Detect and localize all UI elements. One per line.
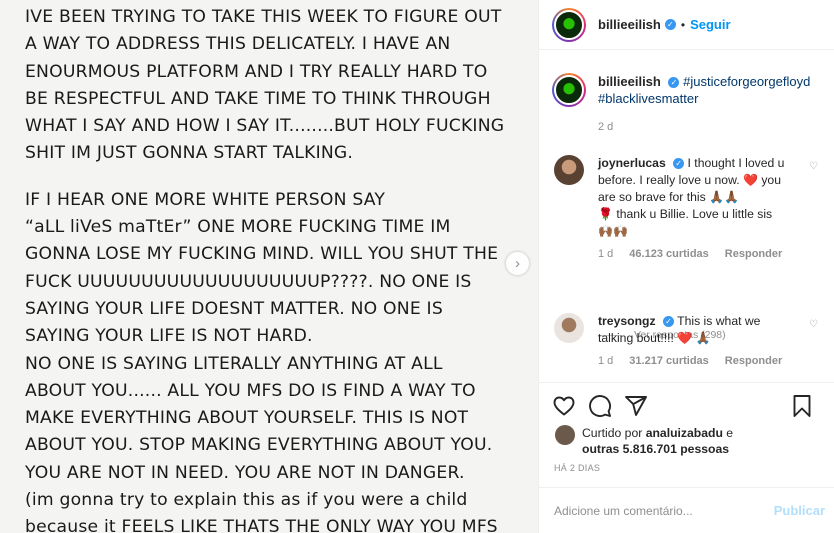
comment-body: treysongz ✓ This is what we talking bout… (598, 313, 798, 370)
verified-badge-icon: ✓ (668, 77, 680, 89)
avatar-image (554, 9, 584, 40)
comment: treysongz ✓ This is what we talking bout… (554, 313, 824, 370)
post-line: ENOURMOUS PLATFORM AND I TRY REALLY HARD… (25, 61, 488, 82)
heart-icon[interactable] (552, 394, 576, 418)
comment-text: thank u Billie. Love u little sis (616, 207, 773, 221)
post-line: IVE BEEN TRYING TO TAKE THIS WEEK TO FIG… (25, 7, 502, 27)
post-line: FUCK UUUUUUUUUUUUUUUUUUUP????. NO ONE IS (25, 271, 472, 292)
post-line-blank (25, 168, 525, 187)
likes-summary: Curtido por analuizabadu e outras 5.816.… (539, 425, 834, 457)
comment-meta: 1 d 46.123 curtidas Responder (598, 246, 798, 263)
comment-username[interactable]: joynerlucas (598, 156, 666, 170)
comment-text: This is what we (677, 314, 761, 328)
comment-icon[interactable] (588, 394, 612, 418)
comment-avatar[interactable] (554, 313, 584, 343)
heart-emoji: ❤️ (742, 173, 758, 187)
reply-button[interactable]: Responder (725, 246, 782, 263)
publish-button[interactable]: Publicar (774, 503, 825, 518)
post-line: BE RESPECTFUL AND TAKE TIME TO THINK THR… (25, 88, 491, 109)
reply-button[interactable]: Responder (725, 353, 782, 370)
post-line: (im gonna try to explain this as if you … (25, 490, 468, 511)
pray-emoji: 🙏🏾 (695, 331, 711, 345)
comment-likes[interactable]: 31.217 curtidas (629, 353, 709, 370)
heart-icon[interactable]: ♡ (809, 161, 818, 172)
comment-time: 1 d (598, 355, 614, 367)
post-image[interactable]: IVE BEEN TRYING TO TAKE THIS WEEK TO FIG… (0, 0, 539, 533)
heart-emoji: ❤️ (677, 331, 693, 345)
post-line: SAYING YOUR LIFE DOESNT MATTER. NO ONE I… (25, 298, 443, 319)
post-panel: billieeilish ✓ • Seguir billieeilish ✓ #… (539, 0, 834, 533)
heart-icon[interactable]: ♡ (809, 319, 818, 330)
verified-badge-icon: ✓ (664, 19, 676, 30)
comment-input[interactable] (554, 503, 774, 518)
post-line: WHAT I SAY AND HOW I SAY IT........BUT H… (25, 116, 505, 137)
comment-text: I thought I loved u (687, 156, 785, 170)
comment-text: talking bout!!!! (598, 331, 674, 345)
caption-username[interactable]: billieeilish (598, 74, 661, 89)
verified-badge-icon: ✓ (662, 316, 674, 328)
comment-time: 1 d (598, 248, 614, 260)
post-line: YOU ARE NOT IN NEED. YOU ARE NOT IN DANG… (25, 462, 465, 483)
comment-username[interactable]: treysongz (598, 314, 656, 328)
next-slide-button[interactable]: › (506, 252, 529, 275)
action-bar (539, 383, 834, 429)
post-line: SAYING YOUR LIFE IS NOT HARD. (25, 326, 313, 347)
comment-likes[interactable]: 46.123 curtidas (629, 246, 709, 263)
bookmark-icon[interactable] (790, 394, 814, 418)
actions-section: Curtido por analuizabadu e outras 5.816.… (539, 382, 834, 473)
post-header: billieeilish ✓ • Seguir (539, 0, 834, 50)
hashtag-link[interactable]: #blacklivesmatter (598, 91, 698, 106)
post-line: MAKE EVERYTHING ABOUT YOURSELF. THIS IS … (25, 408, 469, 429)
comment-text: before. I really love u now. (598, 173, 740, 187)
avatar-image (554, 75, 584, 105)
verified-badge-icon: ✓ (673, 158, 685, 170)
caption-time: 2 d (598, 121, 614, 133)
likes-count[interactable]: outras 5.816.701 pessoas (582, 442, 729, 456)
avatar[interactable] (552, 7, 586, 42)
chevron-right-icon: › (515, 255, 520, 272)
hashtag-link[interactable]: #justiceforgeorgefloyd (683, 74, 810, 89)
caption: billieeilish ✓ #justiceforgeorgefloyd #b… (552, 73, 818, 136)
separator-dot: • (680, 17, 686, 32)
raised-hands-emoji: 🙌🏾🙌🏾 (598, 224, 628, 238)
post-line: GONNA LOSE MY FUCKING MIND. WILL YOU SHU… (25, 244, 499, 265)
comments-list[interactable]: billieeilish ✓ #justiceforgeorgefloyd #b… (539, 51, 834, 381)
comment-avatar[interactable] (554, 155, 584, 185)
follow-button[interactable]: Seguir (690, 17, 730, 32)
post-line: ABOUT YOU...... ALL YOU MFS DO IS FIND A… (25, 380, 476, 401)
post-line: NO ONE IS SAYING LITERALLY ANYTHING AT A… (25, 353, 443, 374)
post-line: ABOUT YOU. STOP MAKING EVERYTHING ABOUT … (25, 435, 493, 456)
pray-emoji: 🙏🏾🙏🏾 (709, 190, 739, 204)
post-line: SHIT IM JUST GONNA START TALKING. (25, 143, 354, 164)
rose-emoji: 🌹 (598, 207, 613, 221)
caption-avatar[interactable] (552, 73, 586, 107)
likes-text: Curtido por analuizabadu e outras 5.816.… (582, 425, 762, 457)
post-line: “aLL liVeS maTtEr” ONE MORE FUCKING TIME… (25, 217, 451, 238)
post-line: because it FEELS LIKE THATS THE ONLY WAY… (25, 517, 498, 533)
add-comment-bar: Publicar (539, 487, 834, 533)
post-line: IF I HEAR ONE MORE WHITE PERSON SAY (25, 189, 386, 210)
post-line: A WAY TO ADDRESS THIS DELICATELY. I HAVE… (25, 34, 451, 55)
caption-body: billieeilish ✓ #justiceforgeorgefloyd #b… (598, 73, 818, 136)
header-username[interactable]: billieeilish (598, 17, 661, 32)
share-icon[interactable] (624, 394, 648, 418)
posted-time[interactable]: HÁ 2 DIAS (539, 463, 834, 473)
comment: joynerlucas ✓ I thought I loved u before… (554, 155, 824, 263)
comment-body: joynerlucas ✓ I thought I loved u before… (598, 155, 798, 263)
post-text: IVE BEEN TRYING TO TAKE THIS WEEK TO FIG… (25, 4, 525, 533)
comment-meta: 1 d 31.217 curtidas Responder (598, 353, 798, 370)
